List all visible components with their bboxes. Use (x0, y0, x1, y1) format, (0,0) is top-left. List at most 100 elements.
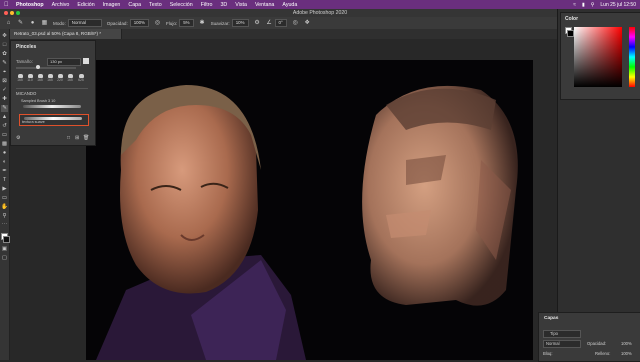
brush-settings-icon[interactable]: ▦ (41, 20, 48, 27)
brush-size-slider[interactable] (16, 65, 76, 69)
hue-slider[interactable] (629, 27, 635, 87)
menubar-clock[interactable]: Lun 25 jul 12:50 (600, 2, 636, 8)
blur-tool-icon[interactable]: ● (1, 150, 8, 157)
symmetry-icon[interactable]: ❖ (304, 20, 311, 27)
brush-size-slider-thumb[interactable] (36, 65, 40, 69)
zoom-tool-icon[interactable]: ⚲ (1, 213, 8, 220)
background-color-swatch[interactable] (3, 236, 10, 243)
crop-tool-icon[interactable]: ⌖ (1, 69, 8, 76)
brush-preset[interactable]: 165 (46, 74, 54, 83)
marquee-tool-icon[interactable]: □ (1, 42, 8, 49)
menu-ayuda[interactable]: Ayuda (282, 2, 297, 8)
layer-opacity-field[interactable]: 100% (621, 341, 632, 346)
mode-select[interactable]: Normal (67, 19, 102, 27)
menu-edicion[interactable]: Edición (77, 2, 94, 8)
hand-tool-icon[interactable]: ✋ (1, 204, 8, 211)
menu-texto[interactable]: Texto (149, 2, 162, 8)
opacity-field[interactable]: 100% (129, 19, 149, 27)
document-canvas[interactable] (86, 60, 533, 360)
menu-capa[interactable]: Capa (128, 2, 141, 8)
layer-filter-select[interactable]: Tipo (543, 330, 581, 338)
window-titlebar: Adobe Photoshop 2020 (0, 9, 640, 17)
type-tool-icon[interactable]: T (1, 177, 8, 184)
wifi-icon[interactable]: ≈ (573, 2, 576, 8)
fill-field[interactable]: 100% (621, 351, 632, 356)
brush-new-icon[interactable] (83, 58, 89, 64)
menu-imagen[interactable]: Imagen (103, 2, 121, 8)
brush-size-field[interactable]: 130 px (47, 58, 81, 66)
angle-icon[interactable]: ∠ (266, 20, 273, 27)
pressure-opacity-icon[interactable]: ◎ (154, 20, 161, 27)
path-select-tool-icon[interactable]: ▶ (1, 186, 8, 193)
menu-seleccion[interactable]: Selección (170, 2, 193, 8)
frame-tool-icon[interactable]: ⊠ (1, 78, 8, 85)
screen-mode-icon[interactable]: ▢ (1, 255, 8, 262)
color-panel: Color (560, 12, 640, 100)
angle-field[interactable]: 0° (274, 19, 287, 27)
menu-3d[interactable]: 3D (220, 2, 227, 8)
flow-field[interactable]: 5% (179, 19, 194, 27)
pen-tool-icon[interactable]: ✒ (1, 168, 8, 175)
brushes-panel: Pinceles Tamaño: 130 px 165 110 165 165 … (10, 40, 96, 146)
menu-ventana[interactable]: Ventana (255, 2, 274, 8)
smoothing-label: Suavizar: (210, 20, 230, 26)
smoothing-field[interactable]: 10% (231, 19, 249, 27)
search-icon[interactable]: ⚲ (591, 2, 595, 8)
layer-filter-label: Tipo (550, 331, 558, 336)
brush-preset[interactable]: 165 (66, 74, 74, 83)
gradient-tool-icon[interactable]: ▩ (1, 141, 8, 148)
more-tools-icon[interactable]: ⋯ (1, 222, 8, 229)
eraser-tool-icon[interactable]: ▭ (1, 132, 8, 139)
document-tab[interactable]: Retrato_03.psd al 50% (Capa 8, RGB/8*) * (9, 29, 122, 39)
menu-archivo[interactable]: Archivo (52, 2, 70, 8)
shape-tool-icon[interactable]: ▭ (1, 195, 8, 202)
home-icon[interactable]: ⌂ (5, 20, 12, 27)
brush-picker-icon[interactable]: ● (29, 20, 36, 27)
brush-preset[interactable]: 220 (56, 74, 64, 83)
layers-panel: Capas Tipo Normal Opacidad: 100% Bloq: R… (538, 312, 640, 362)
blend-mode-select[interactable]: Normal (543, 340, 581, 348)
airbrush-icon[interactable]: ✱ (199, 20, 206, 27)
painted-study (362, 85, 518, 306)
layer-opacity-label: Opacidad: (587, 341, 607, 346)
stamp-tool-icon[interactable]: ▲ (1, 114, 8, 121)
smoothing-settings-icon[interactable]: ⚙ (254, 20, 261, 27)
trash-icon[interactable]: 🗑 (83, 135, 89, 141)
new-group-icon[interactable]: □ (67, 135, 70, 141)
opacity-label: Opacidad: (106, 20, 128, 26)
canvas-artwork (86, 60, 533, 360)
healing-tool-icon[interactable]: ✚ (1, 96, 8, 103)
brush-stroke-preview[interactable]: Sampled Brush 3 10 (19, 99, 87, 110)
fill-label: Relleno: (595, 351, 611, 356)
battery-icon[interactable]: ▮ (582, 2, 585, 8)
background-swatch[interactable] (567, 30, 574, 37)
quick-mask-icon[interactable]: ▣ (1, 246, 8, 253)
quick-select-tool-icon[interactable]: ✎ (1, 60, 8, 67)
brush-stroke-name: Sampled Brush 3 10 (21, 99, 56, 103)
brush-group-folder[interactable]: MICANDO (16, 91, 36, 96)
move-tool-icon[interactable]: ✥ (1, 33, 8, 40)
brush-stroke-preview-selected[interactable]: textura suave (19, 114, 89, 126)
brush-preset[interactable]: 625 (77, 74, 85, 83)
brush-tool-icon[interactable]: ✎ (1, 105, 8, 112)
color-picker-field[interactable] (574, 27, 622, 87)
history-brush-tool-icon[interactable]: ↺ (1, 123, 8, 130)
menu-vista[interactable]: Vista (235, 2, 247, 8)
color-panel-title: Color (565, 16, 579, 22)
brush-stroke-name: textura suave (22, 120, 45, 124)
panel-divider (16, 88, 88, 89)
brush-preset[interactable]: 165 (36, 74, 44, 83)
dodge-tool-icon[interactable]: ◐ (1, 159, 8, 166)
pressure-size-icon[interactable]: ◎ (292, 20, 299, 27)
brush-preset[interactable]: 165 (16, 74, 24, 83)
brush-tool-preset-icon[interactable]: ✎ (17, 20, 24, 27)
apple-icon[interactable]:  (4, 2, 10, 8)
new-brush-icon[interactable]: ⊞ (75, 135, 79, 141)
menu-app[interactable]: Photoshop (16, 2, 44, 8)
lock-label: Bloq: (543, 351, 553, 356)
eyedropper-tool-icon[interactable]: ✓ (1, 87, 8, 94)
brush-settings-icon[interactable]: ⚙ (16, 135, 20, 141)
menu-filtro[interactable]: Filtro (201, 2, 213, 8)
brush-preset[interactable]: 110 (26, 74, 34, 83)
lasso-tool-icon[interactable]: ✿ (1, 51, 8, 58)
